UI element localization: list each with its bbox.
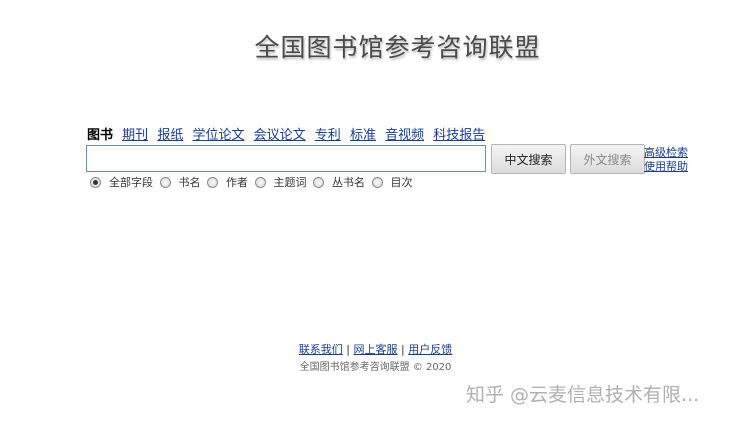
watermark: 知乎 @云麦信息技术有限... <box>466 384 700 406</box>
search-field-options: 全部字段 书名 作者 主题词 丛书名 目次 <box>90 174 416 191</box>
field-option-label: 目次 <box>390 176 413 189</box>
foreign-search-button[interactable]: 外文搜索 <box>570 144 645 174</box>
advanced-search-link[interactable]: 高级检索 <box>644 146 688 160</box>
search-input[interactable] <box>86 145 486 172</box>
tab-tech-reports[interactable]: 科技报告 <box>433 128 485 143</box>
feedback-link[interactable]: 用户反馈 <box>408 343 452 356</box>
side-links: 高级检索 使用帮助 <box>644 146 688 174</box>
tab-theses[interactable]: 学位论文 <box>192 128 244 143</box>
tab-standards[interactable]: 标准 <box>350 128 376 143</box>
field-option-label: 全部字段 <box>109 176 153 189</box>
radio-icon[interactable] <box>313 176 324 188</box>
tab-patents[interactable]: 专利 <box>315 128 341 143</box>
field-option-label: 书名 <box>178 176 201 189</box>
field-option-author[interactable]: 作者 <box>207 174 248 190</box>
field-option-contents[interactable]: 目次 <box>371 174 413 190</box>
field-option-label: 主题词 <box>273 176 307 189</box>
copyright: 全国图书馆参考咨询联盟 © 2020 <box>299 362 452 373</box>
separator: | <box>401 343 405 356</box>
radio-icon[interactable] <box>254 176 266 188</box>
field-option-series[interactable]: 丛书名 <box>313 174 365 190</box>
field-option-subject[interactable]: 主题词 <box>254 174 307 190</box>
online-service-link[interactable]: 网上客服 <box>354 343 398 356</box>
field-option-all[interactable]: 全部字段 <box>90 174 153 190</box>
footer-links: 联系我们 | 网上客服 | 用户反馈 <box>0 341 751 357</box>
field-option-label: 作者 <box>226 176 248 189</box>
tab-books[interactable]: 图书 <box>87 128 113 143</box>
tab-audio-video[interactable]: 音视频 <box>385 128 424 143</box>
radio-checked-icon[interactable] <box>90 176 101 188</box>
field-option-label: 丛书名 <box>332 176 365 189</box>
chinese-search-button[interactable]: 中文搜索 <box>491 144 566 174</box>
site-title: 全国图书馆参考咨询联盟 <box>254 33 541 62</box>
help-link[interactable]: 使用帮助 <box>644 160 688 174</box>
tab-newspapers[interactable]: 报纸 <box>157 128 183 143</box>
radio-icon[interactable] <box>371 176 383 188</box>
contact-link[interactable]: 联系我们 <box>299 343 343 356</box>
field-option-title[interactable]: 书名 <box>159 174 201 190</box>
radio-icon[interactable] <box>159 176 171 188</box>
separator: | <box>346 343 350 356</box>
tab-conference-papers[interactable]: 会议论文 <box>254 128 306 143</box>
search-type-tabs: 图书 期刊 报纸 学位论文 会议论文 专利 标准 音视频 科技报告 <box>87 124 490 143</box>
radio-icon[interactable] <box>207 176 218 188</box>
tab-journals[interactable]: 期刊 <box>122 128 148 143</box>
